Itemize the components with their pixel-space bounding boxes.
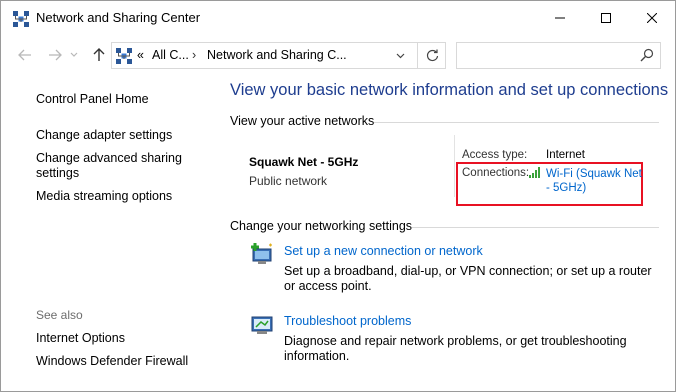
change-adapter-settings-link[interactable]: Change adapter settings: [36, 128, 172, 143]
troubleshoot-problems-link[interactable]: Troubleshoot problems: [284, 314, 411, 328]
close-button[interactable]: [629, 1, 675, 35]
wifi-signal-icon: [529, 167, 540, 178]
refresh-button[interactable]: [417, 43, 446, 68]
forward-arrow-icon: [49, 49, 62, 61]
setup-new-connection-description: Set up a broadband, dial-up, or VPN conn…: [284, 264, 652, 293]
forward-button[interactable]: [45, 45, 65, 65]
change-settings-heading: Change your networking settings: [230, 219, 413, 233]
back-arrow-icon: [18, 49, 31, 61]
active-networks-heading: View your active networks: [230, 114, 375, 128]
minimize-button[interactable]: [537, 1, 583, 35]
troubleshoot-icon: [251, 316, 273, 334]
window-title: Network and Sharing Center: [36, 10, 201, 25]
troubleshoot-problems-description: Diagnose and repair network problems, or…: [284, 334, 627, 363]
page-title: View your basic network information and …: [230, 81, 669, 99]
back-button[interactable]: [15, 45, 35, 65]
maximize-button[interactable]: [583, 1, 629, 35]
heading-divider: [374, 122, 659, 123]
wifi-connection-link[interactable]: Wi-Fi (Squawk Net - 5GHz): [546, 167, 642, 195]
network-category[interactable]: Public network: [249, 174, 327, 188]
setup-new-connection-link[interactable]: Set up a new connection or network: [284, 244, 483, 258]
breadcrumb-overflow[interactable]: «: [137, 48, 144, 62]
up-arrow-icon: [93, 48, 105, 61]
recent-locations-button[interactable]: [67, 45, 81, 65]
media-streaming-options-link[interactable]: Media streaming options: [36, 189, 172, 204]
change-advanced-sharing-link[interactable]: Change advanced sharing settings: [36, 151, 196, 181]
network-sharing-window: Network and Sharing Center « All C... › …: [0, 0, 676, 392]
address-dropdown-button[interactable]: [390, 43, 410, 68]
search-icon: [640, 48, 654, 62]
address-bar[interactable]: « All C... › Network and Sharing C...: [111, 42, 446, 69]
minimize-icon: [555, 17, 565, 19]
new-connection-icon: [251, 243, 272, 264]
breadcrumb-all-control-panel[interactable]: All C...: [152, 48, 189, 62]
search-input[interactable]: [456, 42, 661, 69]
breadcrumb-separator: ›: [192, 48, 197, 62]
connections-label: Connections:: [462, 167, 530, 179]
network-center-icon: [116, 48, 132, 64]
recent-chevron-icon: [70, 52, 78, 57]
heading-divider: [412, 227, 659, 228]
network-name: Squawk Net - 5GHz: [249, 155, 359, 169]
see-also-heading: See also: [36, 308, 83, 322]
network-center-icon: [13, 11, 29, 27]
breadcrumb-network-sharing[interactable]: Network and Sharing C...: [207, 48, 347, 62]
chevron-down-icon: [396, 53, 404, 58]
refresh-icon: [426, 49, 438, 62]
network-info-divider: [454, 135, 455, 197]
access-type-value: Internet: [546, 149, 585, 161]
close-icon: [647, 13, 657, 23]
internet-options-link[interactable]: Internet Options: [36, 331, 125, 346]
title-bar[interactable]: Network and Sharing Center: [1, 1, 675, 35]
control-panel-home-link[interactable]: Control Panel Home: [36, 92, 149, 107]
up-button[interactable]: [89, 45, 109, 65]
maximize-icon: [601, 13, 611, 23]
navigation-bar: « All C... › Network and Sharing C...: [1, 37, 675, 73]
windows-defender-firewall-link[interactable]: Windows Defender Firewall: [36, 354, 188, 369]
access-type-label: Access type:: [462, 149, 528, 161]
